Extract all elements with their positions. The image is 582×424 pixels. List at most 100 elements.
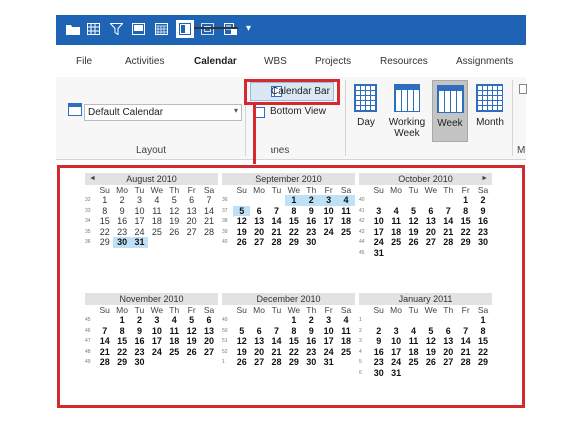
day-cell[interactable]: 28 [200,227,217,238]
day-cell[interactable]: 12 [422,336,439,347]
day-cell[interactable]: 29 [96,237,113,248]
day-cell[interactable]: 4 [166,315,183,326]
day-cell[interactable]: 4 [148,195,165,206]
day-cell[interactable]: 6 [250,326,267,337]
day-cell[interactable]: 14 [440,216,457,227]
day-cell[interactable]: 15 [96,216,113,227]
day-cell[interactable]: 6 [422,206,439,217]
day-cell[interactable]: 5 [166,195,183,206]
day-cell[interactable]: 22 [457,227,474,238]
day-cell[interactable]: 10 [131,206,148,217]
day-cell[interactable]: 24 [320,347,337,358]
day-cell[interactable]: 30 [303,357,320,368]
day-cell[interactable]: 25 [387,237,404,248]
day-cell[interactable]: 12 [233,336,250,347]
day-cell[interactable]: 2 [370,326,387,337]
day-cell[interactable]: 20 [250,227,267,238]
day-cell[interactable]: 14 [200,206,217,217]
day-cell[interactable]: 9 [303,206,320,217]
day-cell[interactable]: 18 [405,347,422,358]
day-cell[interactable]: 15 [285,336,302,347]
day-cell[interactable]: 23 [474,227,491,238]
calendar-layout-combo[interactable]: Default Calendar ▾ [84,104,242,121]
day-cell[interactable]: 28 [457,357,474,368]
day-cell[interactable]: 7 [268,326,285,337]
day-cell[interactable]: 29 [285,237,302,248]
day-cell[interactable]: 17 [370,227,387,238]
day-cell[interactable]: 30 [474,237,491,248]
day-cell[interactable]: 24 [148,347,165,358]
day-cell[interactable]: 20 [440,347,457,358]
day-cell[interactable]: 8 [474,326,491,337]
day-cell[interactable]: 5 [233,205,251,217]
day-cell[interactable]: 10 [387,336,404,347]
day-cell[interactable]: 21 [440,227,457,238]
day-cell[interactable]: 21 [457,347,474,358]
day-cell[interactable]: 27 [250,237,267,248]
open-folder-icon[interactable] [66,23,80,35]
day-cell[interactable]: 23 [131,347,148,358]
day-cell[interactable]: 2 [113,195,130,206]
day-cell[interactable]: 20 [422,227,439,238]
day-cell[interactable]: 16 [303,336,320,347]
day-cell[interactable]: 7 [457,326,474,337]
day-cell[interactable]: 8 [457,206,474,217]
day-cell[interactable]: 6 [200,315,217,326]
day-cell[interactable]: 30 [113,237,131,248]
more-options-icon[interactable] [519,84,527,94]
day-cell[interactable]: 11 [405,336,422,347]
day-cell[interactable]: 16 [370,347,387,358]
day-cell[interactable]: 24 [387,357,404,368]
day-cell[interactable]: 30 [370,368,387,379]
view-week-button[interactable]: Week [432,80,468,142]
day-cell[interactable]: 28 [268,237,285,248]
day-cell[interactable]: 21 [96,347,113,358]
day-cell[interactable]: 24 [320,227,337,238]
day-cell[interactable]: 17 [131,216,148,227]
day-cell[interactable]: 3 [131,195,148,206]
day-cell[interactable]: 18 [166,336,183,347]
day-cell[interactable]: 27 [200,347,217,358]
tab-wbs[interactable]: WBS [264,56,287,67]
day-cell[interactable]: 12 [183,326,200,337]
day-cell[interactable]: 17 [387,347,404,358]
day-cell[interactable]: 18 [387,227,404,238]
day-cell[interactable]: 23 [303,347,320,358]
day-cell[interactable]: 14 [268,336,285,347]
tab-calendar[interactable]: Calendar [194,56,237,67]
day-cell[interactable]: 22 [113,347,130,358]
frame-icon[interactable] [176,20,194,38]
day-cell[interactable]: 15 [285,216,302,227]
day-cell[interactable]: 24 [370,237,387,248]
day-cell[interactable]: 8 [96,206,113,217]
day-cell[interactable]: 4 [405,326,422,337]
day-cell[interactable]: 13 [250,216,267,227]
day-cell[interactable]: 18 [148,216,165,227]
day-cell[interactable]: 1 [457,195,474,206]
day-cell[interactable]: 2 [131,315,148,326]
day-cell[interactable]: 18 [337,336,354,347]
day-cell[interactable]: 15 [457,216,474,227]
day-cell[interactable]: 28 [268,357,285,368]
tab-assignments[interactable]: Assignments [456,56,513,67]
day-cell[interactable]: 11 [337,326,354,337]
day-cell[interactable]: 27 [440,357,457,368]
day-cell[interactable]: 14 [96,336,113,347]
day-cell[interactable]: 29 [457,237,474,248]
day-cell[interactable]: 30 [131,357,148,368]
day-cell[interactable]: 19 [233,227,250,238]
day-cell[interactable]: 31 [130,237,149,248]
day-cell[interactable]: 13 [422,216,439,227]
day-cell[interactable]: 26 [422,357,439,368]
tab-projects[interactable]: Projects [315,56,351,67]
day-cell[interactable]: 28 [96,357,113,368]
day-cell[interactable]: 25 [337,227,354,238]
day-cell[interactable]: 2 [474,195,491,206]
day-cell[interactable]: 5 [405,206,422,217]
day-cell[interactable]: 8 [113,326,130,337]
day-cell[interactable]: 26 [405,237,422,248]
day-cell[interactable]: 22 [285,227,302,238]
day-cell[interactable]: 19 [166,216,183,227]
day-cell[interactable]: 4 [387,206,404,217]
day-cell[interactable]: 15 [113,336,130,347]
